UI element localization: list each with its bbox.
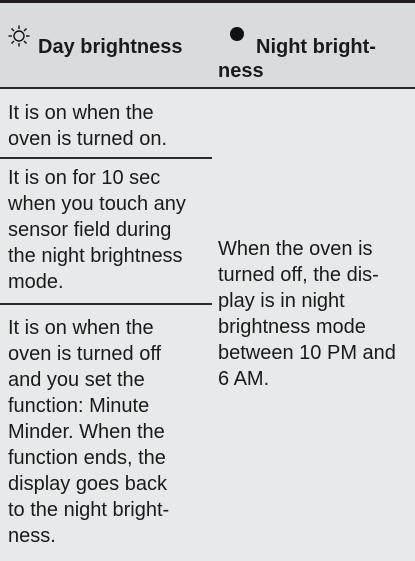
header-rule (0, 87, 415, 89)
day-row-2: It is on for 10 sec when you touch any s… (8, 165, 212, 295)
night-cell-line: play is in night (218, 290, 345, 312)
night-cell-line: turned off, the dis- (218, 264, 379, 286)
night-cell-line: between 10 PM and (218, 342, 396, 364)
night-brightness-cell: When the oven is turned off, the dis- pl… (218, 236, 410, 392)
brightness-table: Day brightness Night bright- ness It is … (0, 0, 415, 561)
day-row-3-line: function ends, the (8, 447, 166, 469)
day-row-1-line: oven is turned on. (8, 128, 167, 150)
filled-circle-icon (230, 27, 244, 41)
night-cell-line: brightness mode (218, 316, 366, 338)
header-night-brightness-line2: ness (218, 60, 264, 82)
day-row-3-line: ness. (8, 525, 56, 547)
day-row-3: It is on when the oven is turned off and… (8, 315, 212, 549)
day-row-3-line: It is on when the (8, 317, 154, 339)
day-row-3-line: function: Minute (8, 395, 150, 417)
header-night-brightness-line1: Night bright- (256, 36, 376, 58)
night-cell-line: 6 AM. (218, 368, 270, 390)
row-separator (0, 303, 212, 305)
day-row-1-line: It is on when the (8, 102, 154, 124)
day-row-3-line: oven is turned off (8, 343, 162, 365)
day-row-2-line: when you touch any (8, 193, 186, 215)
day-row-2-line: It is on for 10 sec (8, 167, 161, 189)
sun-outline-icon (8, 25, 30, 47)
day-row-2-line: mode. (8, 271, 64, 293)
day-row-3-line: Minder. When the (8, 421, 165, 443)
day-row-3-line: and you set the (8, 369, 145, 391)
day-row-1: It is on when the oven is turned on. (8, 100, 208, 152)
day-row-2-line: sensor field during (8, 219, 172, 241)
row-separator (0, 157, 212, 159)
day-row-3-line: to the night bright- (8, 499, 170, 521)
day-row-2-line: the night brightness (8, 245, 183, 267)
day-row-3-line: display goes back (8, 473, 167, 495)
header-day-brightness: Day brightness (38, 36, 183, 58)
table-header: Day brightness Night bright- ness (0, 3, 415, 87)
night-cell-line: When the oven is (218, 238, 373, 260)
